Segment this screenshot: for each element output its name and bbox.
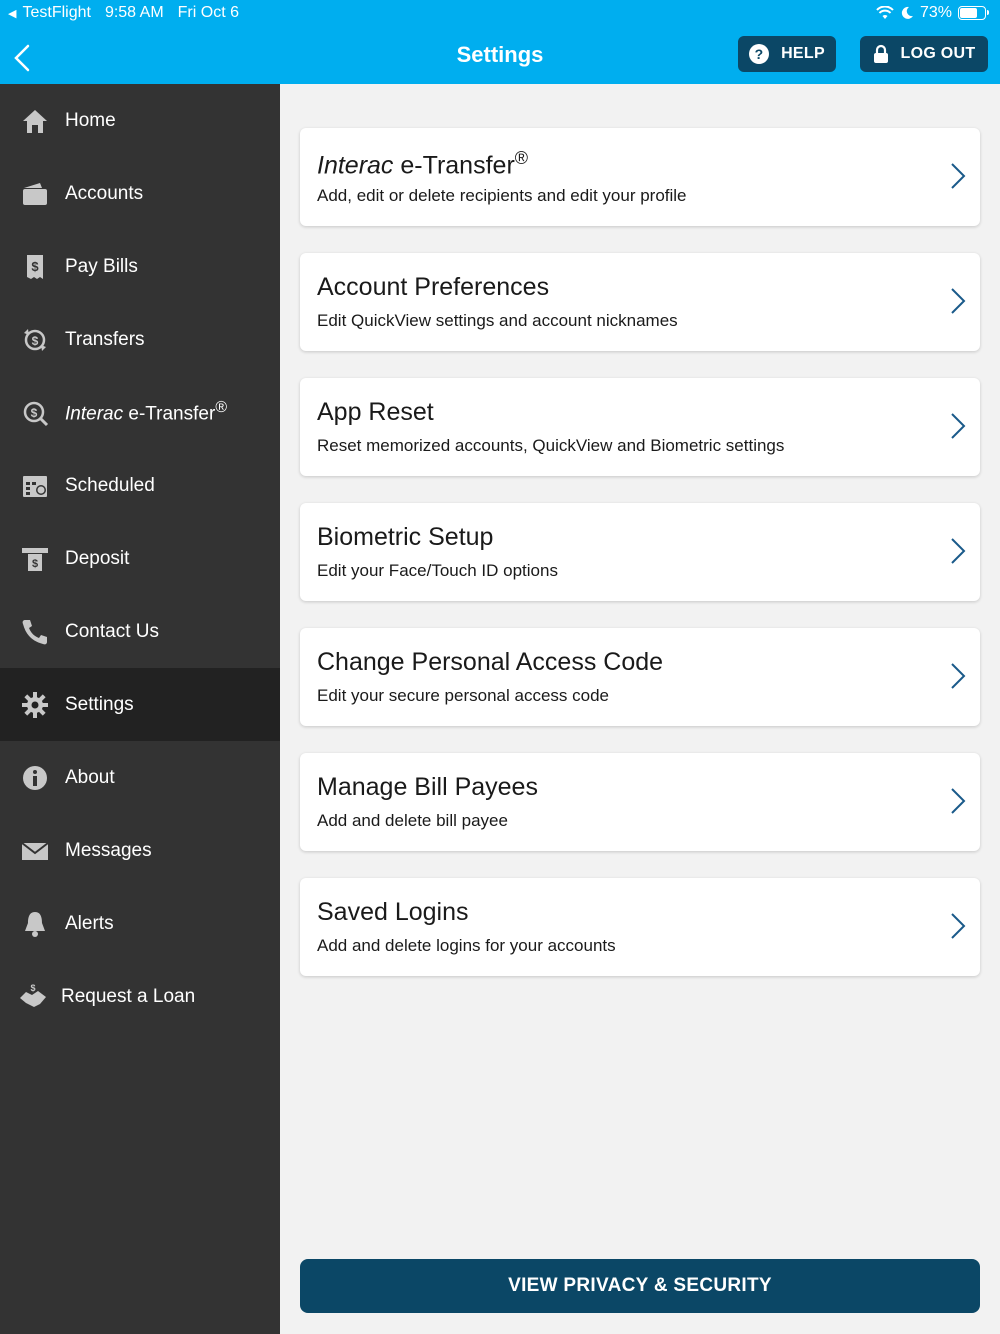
settings-item-change-access-code[interactable]: Change Personal Access Code Edit your se… (300, 628, 980, 726)
view-privacy-security-button[interactable]: VIEW PRIVACY & SECURITY (300, 1259, 980, 1313)
settings-item-title: Manage Bill Payees (317, 773, 538, 801)
status-app-name[interactable]: TestFlight (22, 4, 90, 22)
wifi-icon (876, 6, 894, 19)
sidebar-item-scheduled[interactable]: Scheduled (0, 449, 280, 522)
settings-item-title: App Reset (317, 398, 434, 426)
sidebar-item-deposit[interactable]: $ Deposit (0, 522, 280, 595)
sidebar-item-alerts[interactable]: Alerts (0, 887, 280, 960)
sidebar-item-contact-us[interactable]: Contact Us (0, 595, 280, 668)
sidebar-item-label: Messages (65, 839, 152, 861)
chevron-right-icon (951, 413, 966, 439)
chevron-right-icon (951, 913, 966, 939)
sidebar-item-interac-etransfer[interactable]: $ Interac e-Transfer® (0, 376, 280, 449)
handshake-icon: $ (20, 983, 46, 1007)
sidebar: Home Accounts $ Pay Bills $ Transfers $ … (0, 84, 280, 1334)
etransfer-icon: $ (23, 401, 49, 426)
sidebar-item-home[interactable]: Home (0, 84, 280, 157)
settings-item-subtitle: Add and delete logins for your accounts (317, 936, 616, 955)
sidebar-item-settings[interactable]: Settings (0, 668, 280, 741)
sidebar-item-transfers[interactable]: $ Transfers (0, 303, 280, 376)
sidebar-item-request-a-loan[interactable]: $ Request a Loan (0, 960, 280, 1033)
sidebar-item-label: Interac e-Transfer® (65, 399, 227, 425)
settings-item-subtitle: Edit your Face/Touch ID options (317, 561, 558, 580)
settings-item-biometric-setup[interactable]: Biometric Setup Edit your Face/Touch ID … (300, 503, 980, 601)
question-icon: ? (749, 44, 770, 64)
chevron-right-icon (951, 538, 966, 564)
settings-item-account-preferences[interactable]: Account Preferences Edit QuickView setti… (300, 253, 980, 351)
sidebar-item-label: Alerts (65, 912, 114, 934)
deposit-icon: $ (22, 547, 48, 571)
settings-item-title: Change Personal Access Code (317, 648, 664, 676)
chevron-right-icon (951, 788, 966, 814)
moon-icon (901, 6, 913, 19)
lock-icon (873, 44, 888, 63)
settings-item-app-reset[interactable]: App Reset Reset memorized accounts, Quic… (300, 378, 980, 476)
status-bar: ◀ TestFlight 9:58 AM Fri Oct 6 73% (0, 0, 1000, 28)
sidebar-item-label: Pay Bills (65, 255, 138, 277)
bill-icon: $ (27, 254, 43, 279)
sidebar-item-accounts[interactable]: Accounts (0, 157, 280, 230)
wallet-icon (23, 182, 47, 205)
settings-item-title: Biometric Setup (317, 523, 494, 551)
settings-item-saved-logins[interactable]: Saved Logins Add and delete logins for y… (300, 878, 980, 976)
status-date: Fri Oct 6 (177, 4, 239, 21)
svg-text:$: $ (30, 983, 35, 993)
sidebar-item-label: About (65, 766, 115, 788)
svg-text:$: $ (32, 334, 39, 348)
svg-text:$: $ (31, 259, 39, 274)
settings-item-subtitle: Edit your secure personal access code (317, 686, 609, 705)
sidebar-item-label: Contact Us (65, 620, 159, 642)
sidebar-item-label: Home (65, 109, 116, 131)
envelope-icon (21, 841, 49, 860)
help-button[interactable]: ? HELP (738, 36, 836, 72)
status-time: 9:58 AM (104, 4, 164, 21)
battery-percent: 73% (919, 4, 952, 21)
settings-item-interac-etransfer[interactable]: Interac e-Transfer® Add, edit or delete … (300, 128, 980, 226)
svg-text:$: $ (32, 558, 38, 570)
settings-item-subtitle: Reset memorized accounts, QuickView and … (317, 436, 785, 455)
svg-text:$: $ (31, 406, 38, 420)
settings-item-title: Account Preferences (317, 273, 550, 301)
sidebar-item-about[interactable]: About (0, 741, 280, 814)
battery-icon (958, 6, 989, 20)
bell-icon (25, 911, 45, 937)
sidebar-item-label: Scheduled (65, 474, 155, 496)
settings-item-manage-bill-payees[interactable]: Manage Bill Payees Add and delete bill p… (300, 753, 980, 851)
back-to-app-icon[interactable]: ◀ (8, 7, 16, 20)
transfer-icon: $ (24, 328, 46, 351)
sidebar-item-messages[interactable]: Messages (0, 814, 280, 887)
settings-item-title: Saved Logins (317, 898, 469, 926)
chevron-right-icon (951, 663, 966, 689)
settings-item-subtitle: Edit QuickView settings and account nick… (317, 311, 678, 330)
sidebar-item-label: Request a Loan (61, 985, 196, 1007)
sidebar-item-pay-bills[interactable]: $ Pay Bills (0, 230, 280, 303)
sidebar-item-label: Deposit (65, 547, 130, 569)
sidebar-item-label: Accounts (65, 182, 144, 204)
info-icon (23, 765, 47, 790)
phone-icon (22, 619, 47, 644)
sidebar-item-label: Settings (65, 693, 134, 715)
sidebar-item-label: Transfers (65, 328, 145, 350)
page-title: Settings (456, 42, 544, 67)
home-icon (23, 109, 47, 133)
help-label: HELP (781, 45, 825, 62)
app-header: ◀ TestFlight 9:58 AM Fri Oct 6 73% Setti… (0, 0, 1000, 84)
settings-item-subtitle: Add, edit or delete recipients and edit … (317, 186, 687, 205)
chevron-right-icon (951, 163, 966, 189)
calendar-icon (23, 475, 47, 497)
chevron-right-icon (951, 288, 966, 314)
logout-label: LOG OUT (900, 45, 976, 62)
gear-icon (22, 691, 48, 718)
settings-item-title: Interac e-Transfer® (317, 148, 529, 180)
logout-button[interactable]: LOG OUT (860, 36, 988, 72)
settings-item-subtitle: Add and delete bill payee (317, 811, 508, 830)
